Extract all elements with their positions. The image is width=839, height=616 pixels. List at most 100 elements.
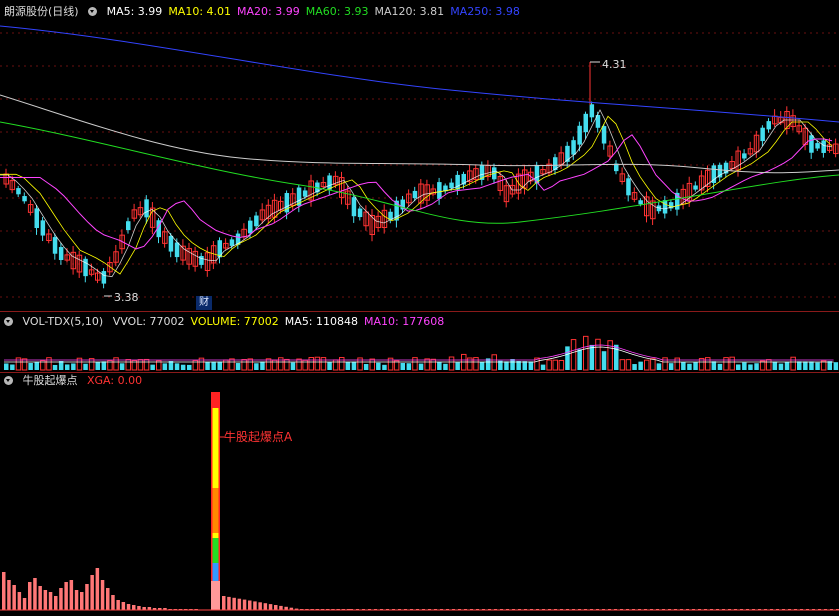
candle-body [83,258,88,277]
volume-bar [668,363,674,370]
indicator-bar [111,595,115,610]
volume-bar [418,363,424,370]
volume-bar [125,359,131,371]
volume-bar [83,363,88,370]
ma250-line [0,25,839,123]
candle-body [638,200,643,205]
volume-bar [345,361,351,370]
volume-bar [833,362,839,370]
indicator-bar [17,592,22,610]
candle-body [717,164,723,178]
indicator-bar [95,568,100,610]
indicator-bar [54,596,58,610]
indicator-settings-icon[interactable] [4,376,13,385]
indicator-bar [222,596,226,610]
volume-bar [180,364,186,370]
volume-bar [119,363,125,370]
volume-settings-icon[interactable] [4,317,13,326]
ma120-line [0,94,839,174]
volume-bar [577,349,582,370]
indicator-bar [248,600,252,610]
volume-bar [784,361,790,370]
volume-bar [723,357,729,371]
volume-bar [748,364,753,370]
high-price-label: 4.31 [602,58,627,71]
indicator-title[interactable]: 牛股起爆点 [23,374,78,387]
candle-body [455,174,460,190]
indicator-bar [7,580,11,610]
candle-body [254,215,259,227]
volume-bar [260,361,265,370]
candle-body [144,199,149,218]
candle-body [760,127,765,142]
indicator-bar [64,582,68,610]
volume-bar [4,363,9,370]
volume-bar [827,361,832,370]
volume-bar [247,358,253,371]
volume-bar [308,356,314,371]
indicator-bar [48,592,53,610]
volume-bar [803,361,808,370]
volume-bar [754,363,759,370]
indicator-bar [268,604,273,610]
volume-bar [589,344,595,370]
volume-bar [217,361,222,370]
volume-bar [95,361,100,370]
volume-bar [619,359,626,371]
volume-bar [729,356,735,371]
volume-bar [638,361,643,370]
volume-bar [455,362,460,370]
panel-divider-2 [0,372,839,373]
indicator-bar [106,588,110,610]
volume-bar [766,359,772,371]
price-chart[interactable] [0,0,839,310]
indicator-bar [85,584,89,610]
volume-legend: VOL-TDX(5,10) VVOL: 77002 VOLUME: 77002 MA… [4,315,456,329]
volume-bar [552,359,558,371]
volume-bar [644,359,650,371]
indicator-bar [74,590,79,610]
volume-bar [772,361,778,370]
indicator-bar [232,597,236,610]
candle-body [601,126,607,144]
volume-bar [650,358,656,371]
volume-bar [28,362,33,370]
volume-chart[interactable] [0,330,839,372]
volume-bar [583,335,589,371]
candle-body [174,242,180,258]
volume-bar [241,359,247,371]
candle-body [809,135,814,153]
low-price-label: 3.38 [114,291,139,304]
candle-body [626,178,631,196]
volume-bar [711,361,717,370]
indicator-bar [274,605,278,610]
volume-bar [632,364,637,370]
indicator-bar [132,605,136,610]
volume-bar [211,361,216,370]
indicator-bar [227,596,231,610]
volume-bar [742,362,747,370]
finance-badge[interactable]: 财 [196,296,212,310]
volume-bar [406,363,412,370]
candle-body [351,197,357,217]
volume-title[interactable]: VOL-TDX(5,10) [23,315,104,328]
volume-bar [235,363,241,370]
indicator-bar [43,590,48,610]
indicator-chart[interactable] [0,388,839,614]
volume-bar [473,357,479,371]
candle-body [821,140,826,153]
candle-body [662,200,668,214]
volume-bar [687,363,692,370]
candle-body [357,208,363,218]
volume-bar [448,356,455,371]
volume-bar [479,361,485,370]
volume-bar [10,364,15,370]
volume-bar [71,363,76,370]
volume-bar [101,361,107,370]
candle-body [742,153,747,159]
volume-bar [656,363,662,370]
volume-bar [351,361,357,370]
volume-bar [376,362,381,370]
volume-bar [65,364,70,370]
volume-bar [143,358,150,371]
